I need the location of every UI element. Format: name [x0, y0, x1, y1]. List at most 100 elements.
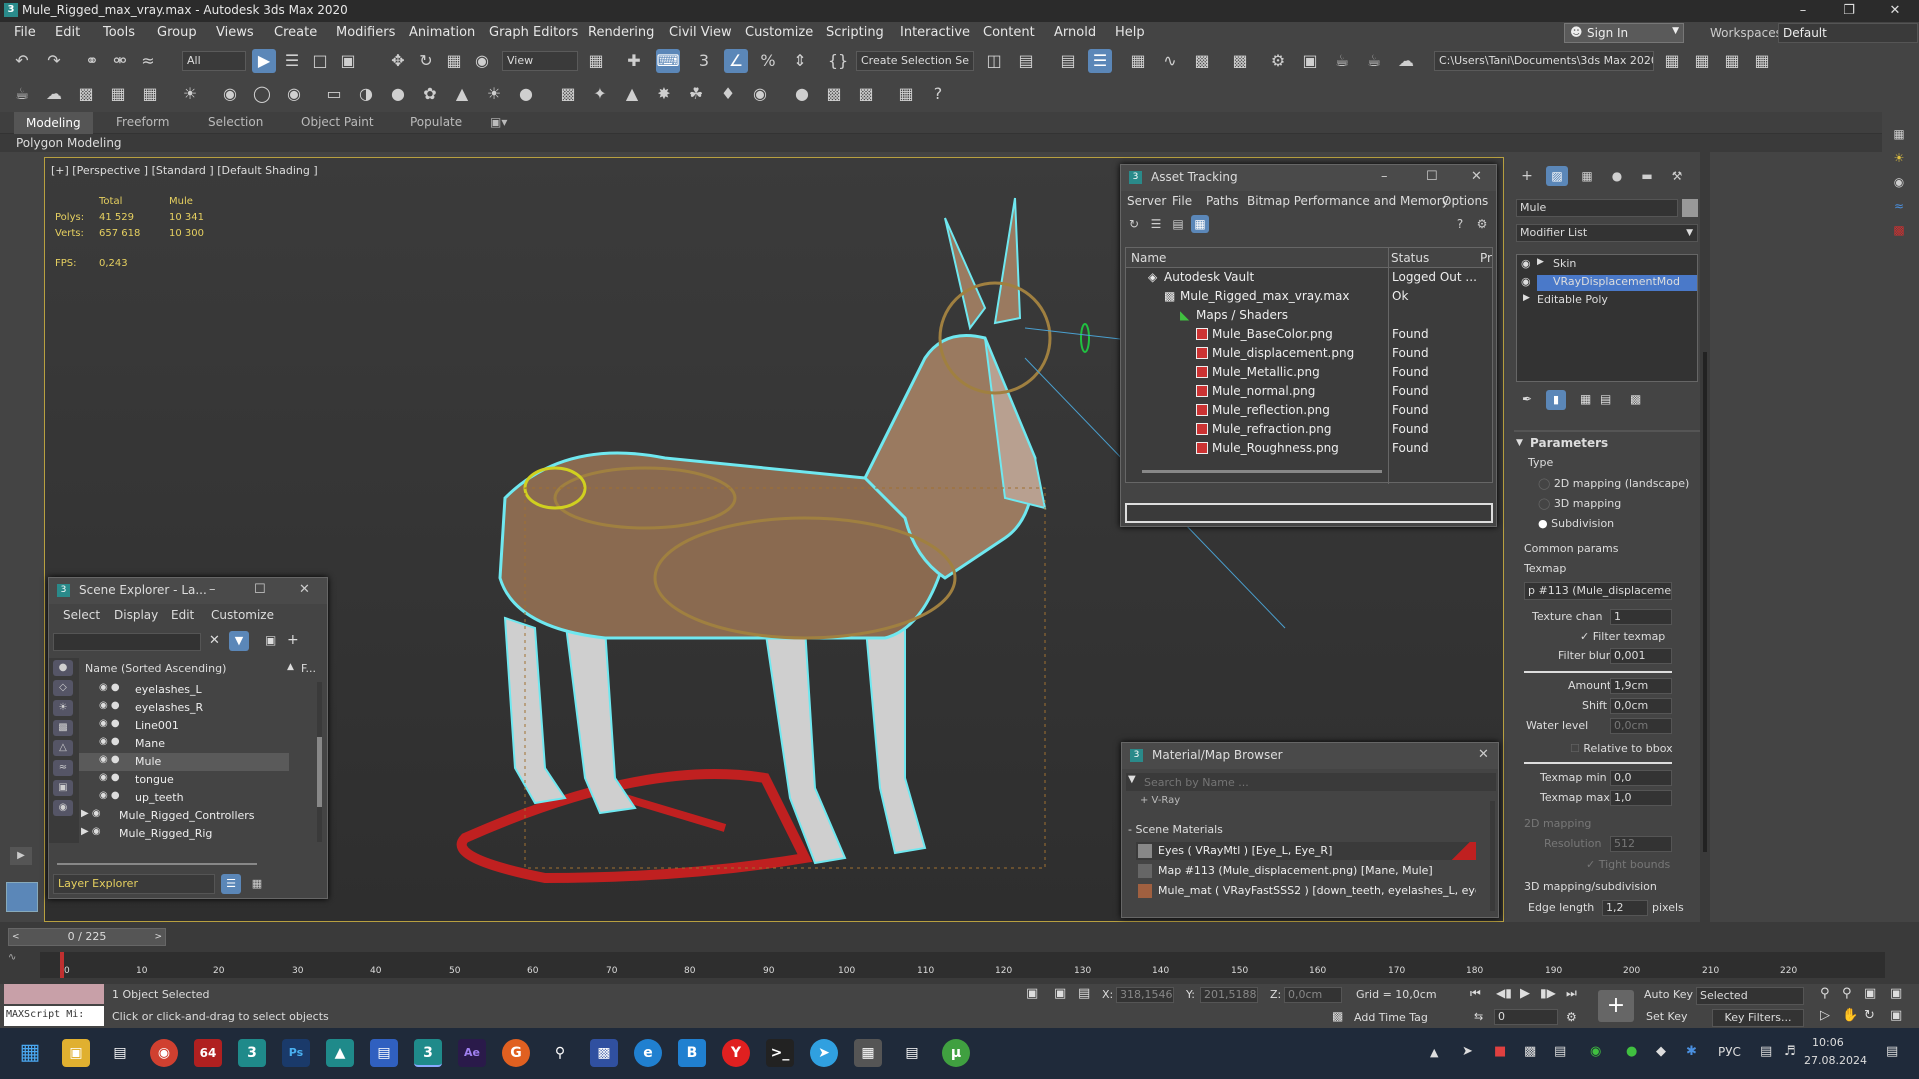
- frozen-column-header[interactable]: F...: [301, 662, 316, 675]
- cloud-icon[interactable]: ☁: [42, 82, 66, 106]
- scene-explorer-icon[interactable]: ▤: [1056, 49, 1080, 73]
- list-item[interactable]: ◉ ● up_teeth: [79, 789, 339, 807]
- list-view-icon[interactable]: ☰: [1147, 215, 1165, 233]
- edge-icon[interactable]: e: [634, 1039, 662, 1067]
- pivot-center-icon[interactable]: ▦: [584, 49, 608, 73]
- vray-sphere-icon[interactable]: ✸: [652, 82, 676, 106]
- collapse-icon[interactable]: ▼: [1516, 438, 1523, 448]
- telegram-icon[interactable]: ➤: [810, 1039, 838, 1067]
- tab-modeling[interactable]: Modeling: [14, 112, 93, 134]
- list-item[interactable]: Eyes ( VRayMtl ) [Eye_L, Eye_R]: [1136, 842, 1476, 860]
- menu-interactive[interactable]: Interactive: [900, 25, 970, 40]
- texture-chan-spinner[interactable]: 1: [1610, 609, 1672, 625]
- document-icon[interactable]: ▤: [898, 1039, 926, 1067]
- tab-freeform[interactable]: Freeform: [116, 115, 169, 129]
- list-item[interactable]: Mule_mat ( VRayFastSSS2 ) [down_teeth, e…: [1136, 882, 1476, 900]
- menu-select[interactable]: Select: [63, 608, 100, 622]
- maximize-icon[interactable]: ❐: [1826, 0, 1872, 22]
- tray-process-icon[interactable]: ●: [1626, 1044, 1637, 1059]
- spinner-snap-icon[interactable]: ⇕: [788, 49, 812, 73]
- photoshop-icon[interactable]: Ps: [282, 1039, 310, 1067]
- app-icon[interactable]: ▲: [326, 1039, 354, 1067]
- menu-views[interactable]: Views: [216, 25, 254, 40]
- auto-key-button[interactable]: Auto Key: [1644, 988, 1693, 1001]
- clock-date[interactable]: 27.08.2024: [1804, 1054, 1867, 1067]
- polygon-modeling-label[interactable]: Polygon Modeling: [16, 136, 122, 150]
- menu-bitmap-performance[interactable]: Bitmap Performance and Memory: [1247, 194, 1449, 208]
- list-item[interactable]: Map #113 (Mule_displacement.png) [Mane, …: [1136, 862, 1476, 880]
- table-row[interactable]: ◣ Maps / Shaders: [1126, 306, 1496, 325]
- language-indicator[interactable]: РУС: [1718, 1045, 1741, 1059]
- vray-group[interactable]: + V-Ray: [1140, 795, 1180, 806]
- minimize-icon[interactable]: –: [1780, 0, 1826, 22]
- asset-tracking-title-bar[interactable]: 3 Asset Tracking – ☐ ✕: [1121, 165, 1496, 191]
- render-icon[interactable]: ☕: [1330, 49, 1354, 73]
- physical-camera-icon[interactable]: ◉: [282, 82, 306, 106]
- display-tab-icon[interactable]: ▬: [1636, 166, 1658, 186]
- set-key-button[interactable]: Set Key: [1646, 1010, 1688, 1023]
- rectangular-selection-icon[interactable]: □: [308, 49, 332, 73]
- maximize-icon[interactable]: ☐: [254, 582, 266, 597]
- name-column-header[interactable]: Name (Sorted Ascending) ▲ F...: [79, 662, 316, 678]
- set-key-big-icon[interactable]: +: [1598, 990, 1634, 1022]
- hierarchy-icon[interactable]: ▦: [247, 874, 267, 894]
- key-set-dropdown[interactable]: Selected: [1696, 987, 1804, 1005]
- close-icon[interactable]: ✕: [1478, 747, 1489, 762]
- named-selection-dropdown[interactable]: Create Selection Se: [856, 51, 974, 71]
- project-icon-3[interactable]: ▦: [1720, 49, 1744, 73]
- network-icon[interactable]: ▤: [1760, 1044, 1772, 1059]
- rotate-icon[interactable]: ↻: [414, 49, 438, 73]
- percent-snap-icon[interactable]: %: [756, 49, 780, 73]
- menu-options[interactable]: Options: [1442, 194, 1488, 208]
- edge-length-spinner[interactable]: 1,2: [1602, 900, 1648, 916]
- key-mode-icon[interactable]: ⇆: [1474, 1010, 1483, 1023]
- maxscript-listener-output[interactable]: [4, 984, 104, 1004]
- list-item[interactable]: ◉ ● Line001: [79, 717, 339, 735]
- eye-icon[interactable]: ◉ ●: [99, 700, 120, 711]
- menu-create[interactable]: Create: [274, 25, 317, 40]
- material-editor-icon[interactable]: ▩: [1228, 49, 1252, 73]
- render-element-icon[interactable]: ▩: [1888, 220, 1910, 240]
- go-to-start-icon[interactable]: ⏮: [1470, 986, 1481, 1001]
- curve-editor-mini-icon[interactable]: ∿: [8, 952, 38, 976]
- table-row[interactable]: Mule_normal.png Found: [1126, 382, 1496, 401]
- project-icon-2[interactable]: ▦: [1690, 49, 1714, 73]
- ambient-light-icon[interactable]: ●: [514, 82, 538, 106]
- hierarchy-tab-icon[interactable]: ▦: [1576, 166, 1598, 186]
- column-path[interactable]: Pr: [1480, 251, 1492, 265]
- tray-shield-icon[interactable]: ◆: [1656, 1044, 1666, 1059]
- filter-texmap-checkbox[interactable]: ✓ Filter texmap: [1580, 630, 1665, 643]
- stack-item-skin[interactable]: ◉ ▶ Skin: [1517, 257, 1697, 273]
- pan-icon[interactable]: ✋: [1842, 1008, 1858, 1023]
- eye-icon[interactable]: ◉ ●: [99, 718, 120, 729]
- table-row[interactable]: Mule_reflection.png Found: [1126, 401, 1496, 420]
- menu-graph-editors[interactable]: Graph Editors: [489, 25, 578, 40]
- settings-icon[interactable]: ⚙: [1473, 215, 1491, 233]
- torrent-icon[interactable]: μ: [942, 1039, 970, 1067]
- tray-display-icon[interactable]: ▤: [1554, 1044, 1566, 1059]
- helpers-filter-icon[interactable]: △: [53, 740, 73, 756]
- grid-icon[interactable]: ▦: [138, 82, 162, 106]
- vray-decal-icon[interactable]: ♦: [716, 82, 740, 106]
- app-b-icon[interactable]: B: [678, 1039, 706, 1067]
- menu-animation[interactable]: Animation: [409, 25, 475, 40]
- time-config-icon[interactable]: ⚙: [1566, 1010, 1577, 1024]
- orbit-icon[interactable]: ↻: [1864, 1008, 1875, 1023]
- menu-file[interactable]: File: [1172, 194, 1192, 208]
- play-icon[interactable]: ▶: [1520, 986, 1530, 1001]
- expand-icon[interactable]: ▶: [1523, 293, 1530, 303]
- time-tag-icon[interactable]: ▩: [1332, 1009, 1343, 1023]
- radio-3d-mapping[interactable]: ◯ 3D mapping: [1538, 497, 1621, 510]
- expand-icon[interactable]: ▶: [1537, 257, 1544, 267]
- table-row[interactable]: Mule_Roughness.png Found: [1126, 439, 1496, 458]
- utilities-tab-icon[interactable]: ⚒: [1666, 166, 1688, 186]
- angle-snap-icon[interactable]: ∠: [724, 49, 748, 73]
- vray-fur-icon[interactable]: ✦: [588, 82, 612, 106]
- go-to-end-icon[interactable]: ⏭: [1566, 986, 1577, 1001]
- vray-material-icon[interactable]: ●: [790, 82, 814, 106]
- eye-icon[interactable]: ◉ ●: [99, 772, 120, 783]
- maxscript-input[interactable]: MAXScript Mi:: [4, 1006, 104, 1026]
- cameras-filter-icon[interactable]: ▩: [53, 720, 73, 736]
- table-row[interactable]: Mule_displacement.png Found: [1126, 344, 1496, 363]
- maximize-icon[interactable]: ☐: [1426, 169, 1438, 184]
